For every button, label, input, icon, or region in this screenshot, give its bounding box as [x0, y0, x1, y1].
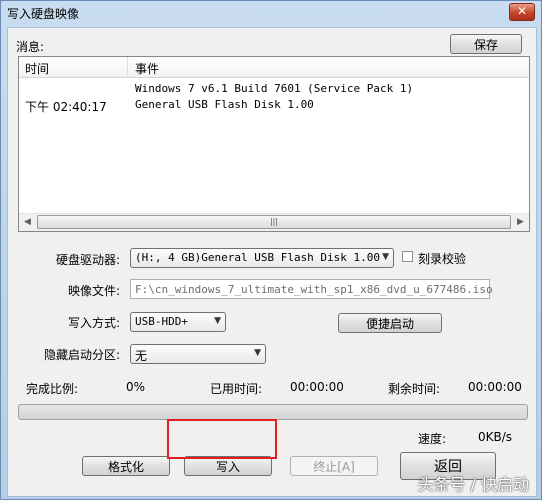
remaining-value: 00:00:00	[468, 380, 522, 394]
write-button[interactable]: 写入	[184, 456, 272, 476]
window-title: 写入硬盘映像	[7, 7, 80, 21]
chevron-down-icon: ▼	[382, 252, 389, 262]
write-method-value: USB-HDD+	[135, 315, 188, 328]
watermark: 头条号 / 快启动	[417, 475, 529, 494]
image-file-value: F:\cn_windows_7_ultimate_with_sp1_x86_dv…	[135, 283, 493, 296]
title-bar[interactable]: 写入硬盘映像 ✕	[1, 1, 541, 25]
write-button-highlight	[167, 419, 277, 459]
speed-label: 速度:	[418, 432, 447, 446]
column-separator[interactable]	[127, 57, 128, 77]
image-file-field[interactable]: F:\cn_windows_7_ultimate_with_sp1_x86_dv…	[130, 279, 493, 299]
done-value: 0%	[126, 380, 146, 394]
chevron-down-icon: ▼	[254, 348, 261, 358]
quick-boot-button[interactable]: 便捷启动	[338, 313, 442, 333]
write-disk-image-window: 写入硬盘映像 ✕ 消息: 保存 时间 事件 Windows 7 v6.1 Bui…	[0, 0, 542, 500]
elapsed-label: 已用时间:	[210, 382, 263, 396]
list-item[interactable]: Windows 7 v6.1 Build 7601 (Service Pack …	[19, 81, 529, 97]
column-header-time[interactable]: 时间	[25, 60, 49, 77]
drive-label: 硬盘驱动器:	[56, 253, 121, 267]
verify-label[interactable]: 刻录校验	[418, 250, 466, 267]
scrollbar-thumb[interactable]: |||	[37, 215, 511, 229]
row-event: Windows 7 v6.1 Build 7601 (Service Pack …	[135, 82, 414, 95]
image-file-label: 映像文件:	[68, 284, 121, 298]
message-list[interactable]: 时间 事件 Windows 7 v6.1 Build 7601 (Service…	[18, 56, 530, 232]
hidden-partition-value: 无	[135, 349, 148, 363]
close-button[interactable]: ✕	[509, 3, 535, 21]
list-item[interactable]: 下午 02:40:17 General USB Flash Disk 1.00	[19, 97, 529, 114]
format-button[interactable]: 格式化	[82, 456, 170, 476]
scroll-left-arrow-icon[interactable]: ◀	[19, 214, 36, 230]
scroll-right-arrow-icon[interactable]: ▶	[512, 214, 529, 230]
row-event: General USB Flash Disk 1.00	[135, 98, 314, 111]
write-method-label: 写入方式:	[68, 316, 121, 330]
hidden-partition-select[interactable]: 无 ▼	[130, 344, 266, 364]
grip-icon: |||	[269, 217, 279, 226]
chevron-down-icon: ▼	[214, 316, 221, 326]
elapsed-value: 00:00:00	[290, 380, 344, 394]
remaining-label: 剩余时间:	[388, 382, 441, 396]
done-label: 完成比例:	[26, 382, 79, 396]
verify-checkbox[interactable]	[402, 251, 413, 262]
close-icon: ✕	[516, 4, 528, 18]
stop-button[interactable]: 终止[A]	[290, 456, 378, 476]
horizontal-scrollbar[interactable]: ◀ ||| ▶	[19, 213, 529, 231]
column-header-event[interactable]: 事件	[135, 60, 159, 77]
speed-value: 0KB/s	[478, 430, 513, 444]
drive-select[interactable]: (H:, 4 GB)General USB Flash Disk 1.00 ▼	[130, 248, 394, 268]
write-method-select[interactable]: USB-HDD+ ▼	[130, 312, 226, 332]
save-button[interactable]: 保存	[450, 34, 522, 54]
hidden-partition-label: 隐藏启动分区:	[44, 348, 121, 362]
progress-bar	[18, 404, 528, 420]
messages-label: 消息:	[16, 40, 45, 54]
list-header: 时间 事件	[19, 57, 529, 78]
drive-select-value: (H:, 4 GB)General USB Flash Disk 1.00	[135, 251, 381, 264]
row-time: 下午 02:40:17	[25, 100, 107, 114]
